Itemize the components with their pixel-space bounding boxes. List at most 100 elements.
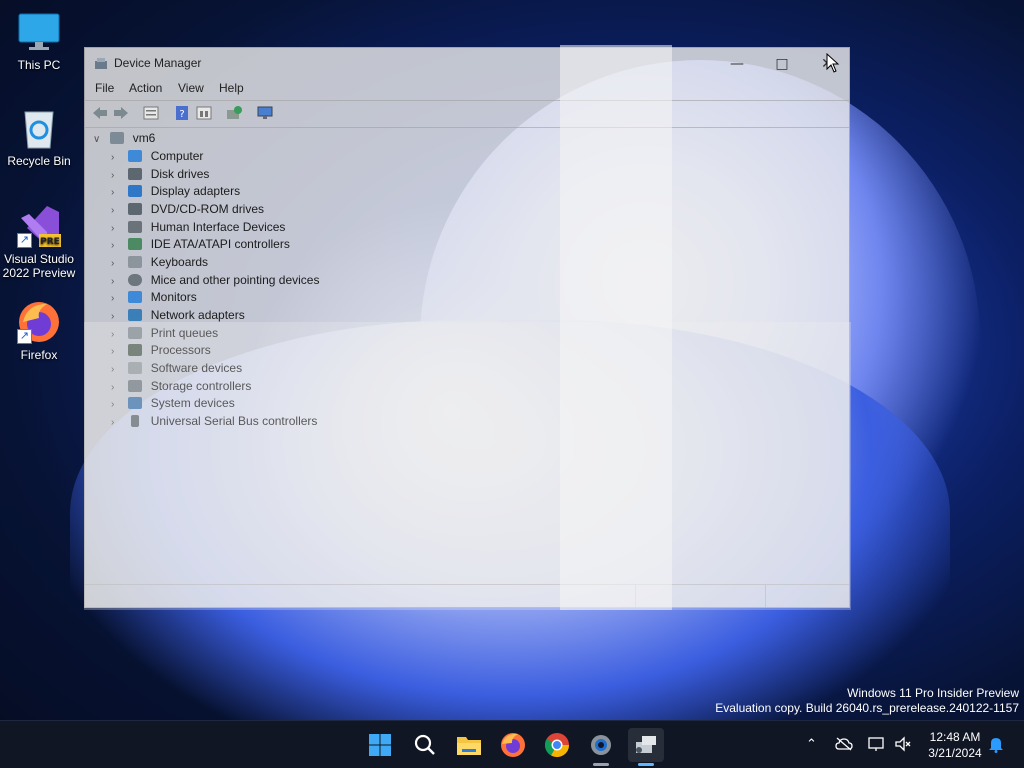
tree-item-label: Display adapters [150, 184, 241, 198]
overlay-strip [560, 45, 672, 610]
back-icon[interactable] [91, 105, 109, 121]
active-window-indicator [638, 763, 654, 766]
start-button[interactable] [364, 729, 396, 761]
clock-time: 12:48 AM [929, 730, 981, 744]
keyboard-icon [128, 256, 143, 268]
properties-view-icon[interactable] [142, 105, 160, 121]
chevron-right-icon[interactable]: › [111, 223, 125, 234]
chevron-right-icon[interactable]: › [111, 152, 125, 163]
menu-bar: File Action View Help [85, 78, 849, 100]
chevron-right-icon[interactable]: › [111, 170, 125, 181]
settings-button[interactable] [585, 729, 617, 761]
evaluation-watermark: Windows 11 Pro Insider Preview Evaluatio… [715, 686, 1019, 716]
forward-icon[interactable] [112, 105, 130, 121]
file-explorer-icon [457, 737, 481, 755]
network-icon[interactable] [867, 736, 887, 752]
notification-bell-icon[interactable] [988, 735, 1004, 753]
tree-item-human-interface-devices[interactable]: › Human Interface Devices [111, 220, 285, 237]
cloud-icon[interactable] [835, 736, 853, 752]
tree-item-label: Mice and other pointing devices [150, 273, 320, 287]
chevron-down-icon[interactable]: ∨ [93, 134, 107, 145]
toolbar: ? [85, 100, 849, 128]
minimize-icon: — [730, 56, 744, 72]
clock-date: 3/21/2024 [928, 746, 982, 760]
monitor-icon [17, 10, 61, 54]
tree-item-label: Network adapters [150, 308, 245, 322]
tree-item-ide-controllers[interactable]: › IDE ATA/ATAPI controllers [111, 237, 290, 254]
desktop-icon-recycle-bin[interactable]: Recycle Bin [1, 106, 77, 168]
desktop: This PC Recycle Bin PRE ↗ Visual Studio … [0, 0, 1024, 768]
tree-item-computer[interactable]: › Computer [111, 149, 203, 166]
tree-item-mice[interactable]: › Mice and other pointing devices [111, 273, 319, 290]
maximize-button[interactable]: □ [760, 52, 804, 76]
chevron-right-icon[interactable]: › [111, 311, 125, 322]
maximize-icon: □ [775, 56, 789, 72]
tree-item-label: Keyboards [150, 255, 209, 269]
watermark-line: Evaluation copy. Build 26040.rs_prerelea… [715, 701, 1019, 715]
dvd-drive-icon [128, 203, 143, 215]
device-manager-icon [636, 736, 656, 753]
chevron-right-icon[interactable]: › [111, 205, 125, 216]
settings-icon [591, 735, 611, 755]
tree-item-label: Disk drives [150, 167, 210, 181]
desktop-icon-label: Firefox [20, 348, 58, 362]
minimize-button[interactable]: — [715, 52, 759, 76]
window-title: Device Manager [114, 56, 202, 70]
menu-file[interactable]: File [95, 81, 114, 95]
firefox-icon: ↗ [17, 300, 61, 344]
desktop-icon-this-pc[interactable]: This PC [1, 10, 77, 72]
tree-item-label: DVD/CD-ROM drives [150, 202, 265, 216]
device-manager-taskbar-button[interactable] [628, 728, 664, 762]
desktop-icon-label: This PC [17, 58, 61, 72]
chevron-up-icon[interactable]: ⌃ [806, 737, 817, 752]
chevron-right-icon[interactable]: › [111, 187, 125, 198]
chevron-right-icon[interactable]: › [111, 258, 125, 269]
show-hidden-icon[interactable] [195, 105, 213, 121]
title-bar[interactable]: Device Manager — □ ✕ [85, 48, 849, 78]
desktop-icon-firefox[interactable]: ↗ Firefox [1, 300, 77, 362]
file-explorer-button[interactable] [453, 729, 485, 761]
volume-muted-icon[interactable] [894, 736, 912, 752]
chevron-right-icon[interactable]: › [111, 293, 125, 304]
monitor-icon [128, 291, 143, 303]
pre-badge: PRE [40, 237, 60, 247]
tree-root-label: vm6 [132, 131, 156, 145]
chrome-icon [544, 733, 569, 758]
taskbar-clock[interactable]: 12:48 AM 3/21/2024 [918, 729, 992, 761]
menu-help[interactable]: Help [219, 81, 244, 95]
menu-action[interactable]: Action [129, 81, 162, 95]
tree-item-keyboards[interactable]: › Keyboards [111, 255, 208, 272]
mouse-icon [128, 274, 143, 286]
start-icon [369, 734, 391, 756]
menu-view[interactable]: View [178, 81, 204, 95]
monitor-icon[interactable] [256, 105, 274, 121]
shortcut-arrow-icon: ↗ [17, 233, 32, 248]
tree-item-display-adapters[interactable]: › Display adapters [111, 184, 240, 201]
cursor-icon [826, 53, 840, 73]
chrome-button[interactable] [541, 729, 573, 761]
tree-item-dvd-drives[interactable]: › DVD/CD-ROM drives [111, 202, 264, 219]
tree-item-label: Human Interface Devices [150, 220, 286, 234]
scan-hardware-icon[interactable] [225, 105, 243, 121]
computer-icon [128, 150, 143, 162]
device-manager-icon [95, 58, 107, 69]
taskbar: ⌃ 12:48 AM 3/21/2024 [0, 720, 1024, 768]
visual-studio-icon: PRE ↗ [17, 204, 61, 248]
tree-item-monitors[interactable]: › Monitors [111, 290, 197, 307]
computer-icon [110, 132, 125, 144]
chevron-right-icon[interactable]: › [111, 240, 125, 251]
svg-text:?: ? [179, 109, 184, 120]
firefox-button[interactable] [497, 729, 529, 761]
firefox-icon [501, 733, 525, 757]
desktop-icon-visual-studio[interactable]: PRE ↗ Visual Studio 2022 Preview [1, 204, 77, 280]
settings-running-indicator [593, 763, 609, 766]
network-adapter-icon [128, 309, 143, 321]
recycle-bin-icon [17, 106, 61, 150]
chevron-right-icon[interactable]: › [111, 276, 125, 287]
tree-item-disk-drives[interactable]: › Disk drives [111, 167, 209, 184]
disk-drive-icon [128, 168, 143, 180]
help-icon[interactable]: ? [173, 105, 191, 121]
tree-item-label: IDE ATA/ATAPI controllers [150, 237, 290, 251]
search-button[interactable] [409, 729, 441, 761]
tree-root[interactable]: ∨ vm6 [93, 131, 155, 148]
